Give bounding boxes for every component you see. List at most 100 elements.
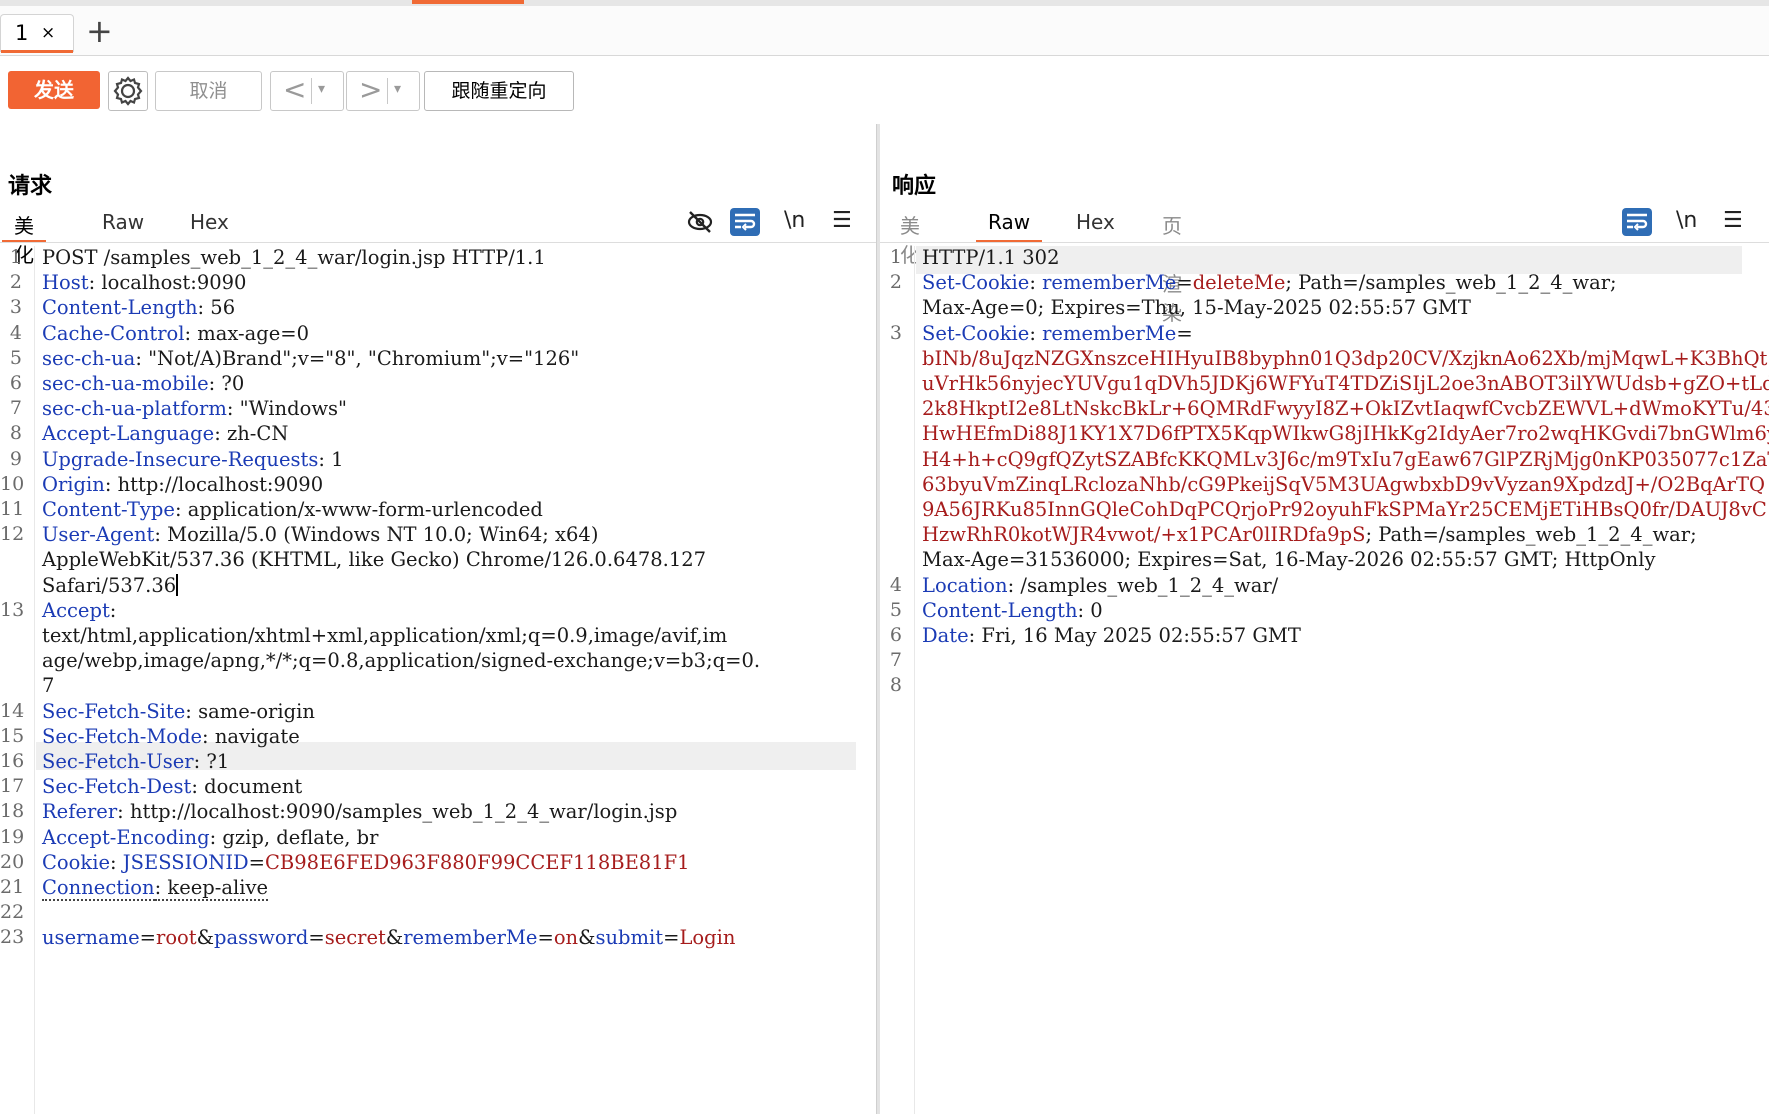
chevron-down-icon[interactable]: ▾ — [394, 81, 401, 97]
text-caret — [176, 573, 179, 596]
divider — [0, 242, 876, 243]
code-line: 13 Accept: — [0, 599, 876, 627]
header-name: Content-Length — [922, 598, 1078, 622]
add-tab-button[interactable]: + — [86, 14, 113, 48]
code-text: HzwRhR0kotWJR4vwot/+x1PCAr0lIRDfa9pS; Pa… — [922, 523, 1697, 546]
tab-1[interactable]: 1 × — [0, 14, 74, 53]
cancel-button[interactable]: 取消 — [155, 71, 262, 111]
chevron-right-icon[interactable]: > — [359, 74, 382, 106]
param-value: root — [156, 926, 197, 950]
settings-button[interactable] — [108, 71, 148, 111]
tab-raw[interactable]: Raw — [976, 210, 1043, 243]
code-text: Accept-Encoding: gzip, deflate, br — [42, 826, 378, 849]
line-text: age/webp,image/apng,*/*;q=0.8,applicatio… — [42, 649, 761, 673]
code-text: Sec-Fetch-Site: same-origin — [42, 700, 315, 723]
line-text: POST /samples_web_1_2_4_war/login.jsp HT… — [42, 246, 546, 269]
header-value: : http://localhost:9090/samples_web_1_2_… — [117, 800, 678, 824]
chevron-left-icon[interactable]: < — [283, 74, 306, 106]
param-equals: = — [308, 926, 325, 950]
line-number: 4 — [9, 321, 22, 344]
line-number: 16 — [0, 750, 25, 772]
code-text: Location: /samples_web_1_2_4_war/ — [922, 574, 1278, 597]
eye-slash-icon[interactable] — [686, 208, 714, 236]
line-number: 3 — [9, 296, 22, 319]
chevron-down-icon[interactable]: ▾ — [318, 81, 325, 97]
param-value: Login — [679, 926, 736, 950]
header-name: sec-ch-ua-platform — [42, 397, 227, 421]
header-value: : 1 — [318, 447, 344, 471]
close-icon[interactable]: × — [41, 23, 55, 43]
line-number: 6 — [9, 372, 22, 394]
code-text: bINb/8uJqzNZGXnszceHIHyuIB8byphn01Q3dp20… — [922, 347, 1767, 370]
tab-raw[interactable]: Raw — [102, 210, 144, 234]
tab-hex[interactable]: Hex — [190, 210, 229, 234]
code-line: text/html,application/xhtml+xml,applicat… — [0, 624, 876, 652]
code-line: 7 — [880, 649, 1769, 677]
code-line: 8 Accept-Language: zh-CN — [0, 422, 876, 450]
line-number: 5 — [889, 598, 902, 621]
code-line: 18 Referer: http://localhost:9090/samples… — [0, 800, 876, 828]
header-value: : localhost:9090 — [88, 271, 247, 295]
code-text: Content-Length: 56 — [42, 296, 235, 319]
line-number: 13 — [0, 598, 25, 621]
code-text: Sec-Fetch-User: ?1 — [42, 750, 229, 773]
send-button[interactable]: 发送 — [8, 71, 100, 109]
code-text: User-Agent: Mozilla/5.0 (Windows NT 10.0… — [42, 523, 598, 546]
code-line: 8 — [880, 674, 1769, 702]
menu-icon[interactable]: ☰ — [1723, 208, 1743, 233]
newline-toggle[interactable]: \n — [784, 208, 805, 233]
line-text: Max-Age=0; Expires=Thu, 15-May-2025 02:5… — [922, 296, 1471, 320]
cookie-equals: = — [1176, 271, 1193, 295]
code-line: uVrHk56nyjecYUVgu1qDVh5JDKj6WFYuT4TDZiSI… — [880, 372, 1769, 400]
line-number: 6 — [889, 624, 902, 646]
code-text: Referer: http://localhost:9090/samples_w… — [42, 800, 677, 823]
param-equals: = — [139, 926, 156, 950]
request-title: 请求 — [8, 174, 53, 199]
code-text: age/webp,image/apng,*/*;q=0.8,applicatio… — [42, 649, 760, 672]
cookie-value: bINb/8uJqzNZGXnszceHIHyuIB8byphn01Q3dp20… — [922, 346, 1768, 370]
header-value: : 56 — [197, 296, 236, 320]
divider — [880, 242, 1769, 243]
follow-redirect-button[interactable]: 跟随重定向 — [424, 71, 574, 111]
toolbar: 发送 取消 < ▾ > ▾ 跟随重定向 — [0, 56, 1769, 125]
code-text: 2k8HkptI2e8LtNskcBkLr+6QMRdFwyyI8Z+OkIZv… — [922, 397, 1769, 420]
tab-label: 1 — [15, 21, 29, 45]
header-value: : "Not/A)Brand";v="8", "Chromium";v="126… — [135, 346, 580, 370]
line-number: 5 — [9, 346, 22, 369]
header-value: : document — [191, 775, 303, 799]
code-line: 5 Content-Length: 0 — [880, 599, 1769, 627]
cookie-value: CB98E6FED963F880F99CCEF118BE81F1 — [265, 850, 690, 874]
cookie-value: 2k8HkptI2e8LtNskcBkLr+6QMRdFwyyI8Z+OkIZv… — [922, 397, 1769, 421]
word-wrap-icon[interactable] — [1622, 208, 1652, 236]
line-number: 10 — [0, 472, 25, 495]
code-line: 2k8HkptI2e8LtNskcBkLr+6QMRdFwyyI8Z+OkIZv… — [880, 397, 1769, 425]
header-value: : 0 — [1077, 598, 1103, 622]
word-wrap-icon[interactable] — [730, 208, 760, 236]
line-number: 19 — [0, 825, 25, 848]
code-text: Host: localhost:9090 — [42, 271, 246, 294]
forward-button-group[interactable]: > ▾ — [346, 71, 420, 111]
code-text: 63byuVmZinqLRclozaNhb/cG9PkeijSqV5M3UAgw… — [922, 473, 1765, 496]
code-line: 5 sec-ch-ua: "Not/A)Brand";v="8", "Chromi… — [0, 347, 876, 375]
menu-icon[interactable]: ☰ — [832, 208, 852, 233]
back-button-group[interactable]: < ▾ — [270, 71, 344, 111]
line-number: 7 — [889, 649, 902, 672]
param-name: password — [214, 926, 309, 950]
header-value: : Mozilla/5.0 (Windows NT 10.0; Win64; x… — [154, 523, 599, 547]
line-number: 1 — [9, 246, 22, 268]
header-value: : — [109, 598, 117, 622]
header-name: sec-ch-ua-mobile — [42, 372, 209, 395]
code-line: 6 sec-ch-ua-mobile: ?0 — [0, 372, 876, 400]
line-number: 2 — [889, 271, 902, 294]
tab-hex[interactable]: Hex — [1076, 210, 1115, 234]
header-name: sec-ch-ua — [42, 346, 136, 370]
header-value: : — [1029, 271, 1043, 295]
code-text: Origin: http://localhost:9090 — [42, 473, 323, 496]
cookie-value: 63byuVmZinqLRclozaNhb/cG9PkeijSqV5M3UAgw… — [922, 472, 1765, 496]
code-line: 22 — [0, 901, 876, 929]
code-line: AppleWebKit/537.36 (KHTML, like Gecko) C… — [0, 548, 876, 576]
code-line: 23 username=root&password=secret&remember… — [0, 926, 876, 954]
code-line: 12 User-Agent: Mozilla/5.0 (Windows NT 10… — [0, 523, 876, 551]
newline-toggle[interactable]: \n — [1676, 208, 1697, 233]
param-name: submit — [595, 926, 664, 950]
